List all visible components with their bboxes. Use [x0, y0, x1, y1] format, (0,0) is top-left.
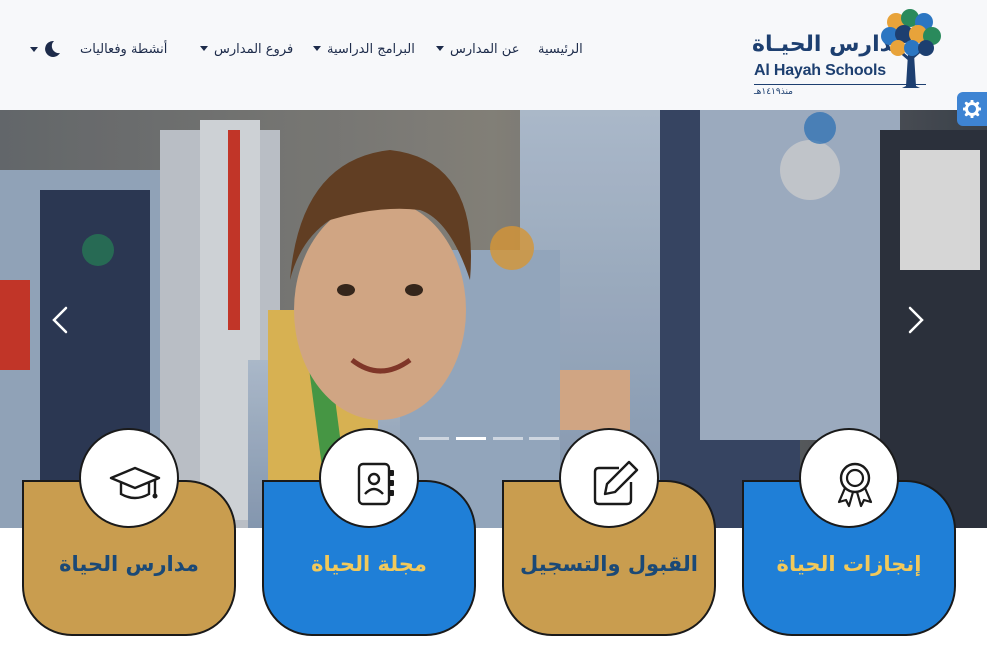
nav-about-label: عن المدارس [450, 42, 520, 57]
nav-branches-label: فروع المدارس [214, 42, 294, 57]
nav-about[interactable]: عن المدارس [436, 40, 519, 60]
card-hayah-magazine[interactable]: مجلة الحياة [262, 426, 482, 640]
card-title: مجلة الحياة [311, 552, 427, 576]
card-title: القبول والتسجيل [520, 552, 698, 576]
nav-activities[interactable]: أنشطة وفعاليات [80, 40, 167, 60]
chevron-down-icon [436, 46, 444, 51]
site-logo[interactable]: مدارس الحيـاة Al Hayah Schools منذ١٤١٩هـ [752, 8, 944, 100]
site-header: مدارس الحيـاة Al Hayah Schools منذ١٤١٩هـ… [0, 0, 987, 110]
theme-toggle[interactable] [30, 38, 66, 60]
award-badge-icon [837, 462, 873, 508]
chevron-right-icon [908, 306, 924, 334]
slider-next-button[interactable] [902, 300, 932, 340]
card-title: إنجازات الحياة [776, 552, 922, 576]
nav-branches[interactable]: فروع المدارس [200, 40, 293, 60]
nav-activities-label: أنشطة وفعاليات [80, 42, 168, 57]
card-admission[interactable]: القبول والتسجيل [502, 426, 722, 640]
card-icon-circle [319, 428, 419, 528]
card-icon-circle [79, 428, 179, 528]
card-title: مدارس الحياة [59, 552, 199, 576]
nav-programs[interactable]: البرامج الدراسية [313, 40, 415, 60]
graduation-cap-icon [109, 466, 161, 500]
card-icon-circle [799, 428, 899, 528]
chevron-left-icon [52, 306, 68, 334]
chevron-down-icon [313, 46, 321, 51]
card-icon-circle [559, 428, 659, 528]
logo-tree-icon [881, 9, 941, 88]
gear-icon [963, 100, 981, 118]
slider-prev-button[interactable] [46, 300, 76, 340]
settings-button[interactable] [957, 92, 987, 126]
edit-pen-icon [593, 460, 639, 506]
logo-arabic-name: مدارس الحيـاة [752, 32, 906, 57]
logo-english-name: Al Hayah Schools [754, 62, 886, 79]
card-hayah-schools[interactable]: مدارس الحياة [22, 426, 242, 640]
moon-icon [45, 40, 60, 57]
nav-home[interactable]: الرئيسية [538, 40, 583, 60]
address-book-icon [357, 462, 394, 506]
nav-programs-label: البرامج الدراسية [327, 42, 415, 57]
chevron-down-icon [30, 47, 38, 52]
nav-home-label: الرئيسية [538, 42, 583, 57]
chevron-down-icon [200, 46, 208, 51]
card-achievements[interactable]: إنجازات الحياة [742, 426, 962, 640]
logo-since-text: منذ١٤١٩هـ [754, 87, 793, 97]
